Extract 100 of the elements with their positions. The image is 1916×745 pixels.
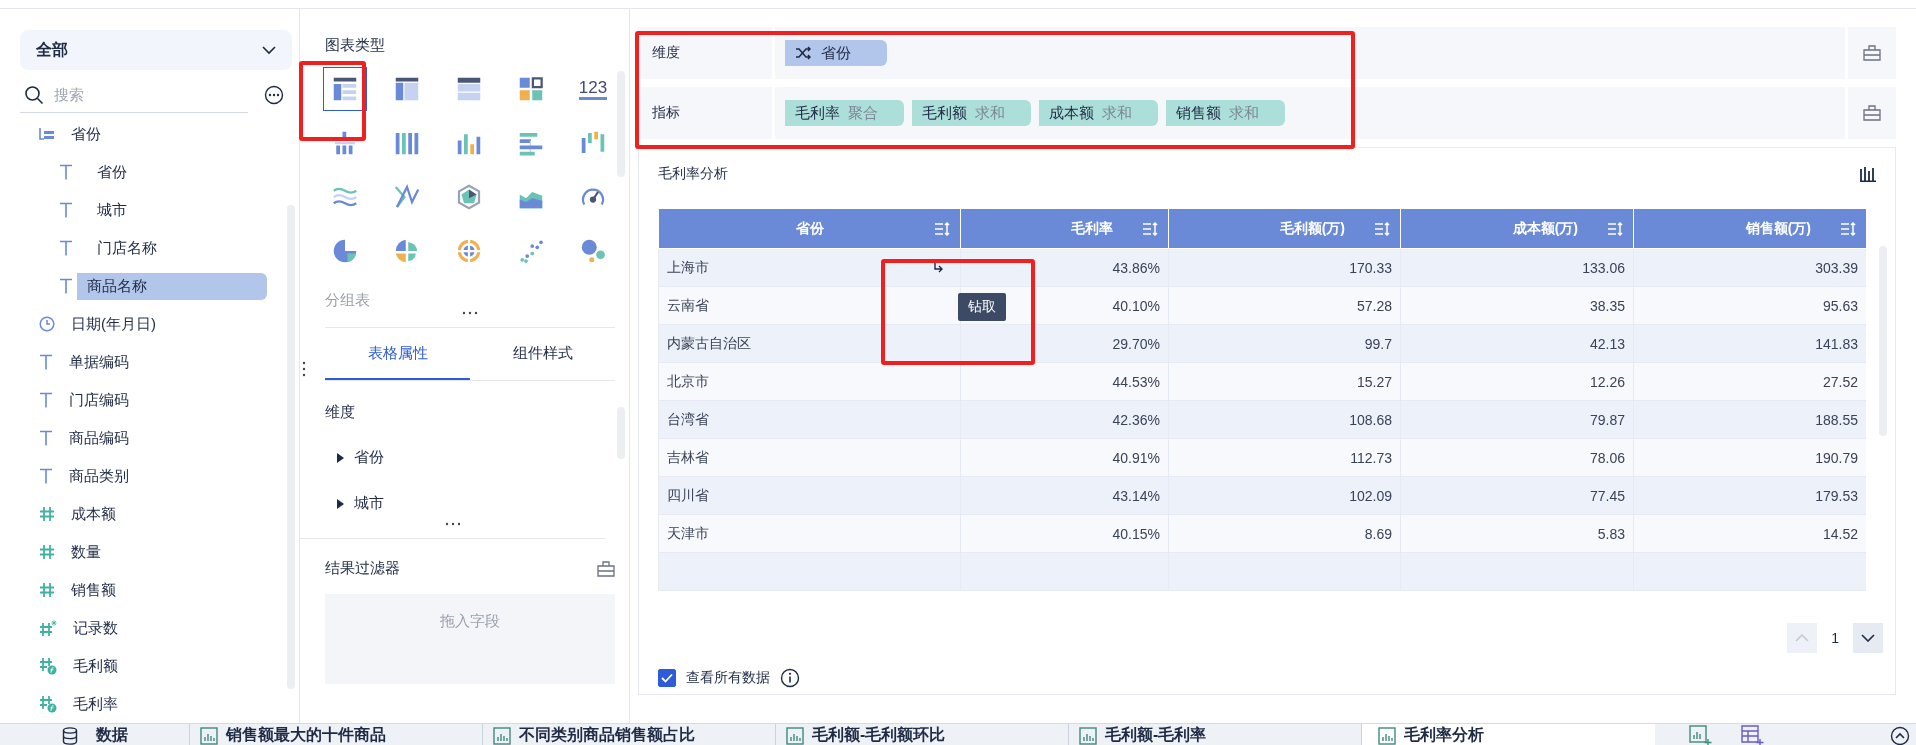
sheet-tab[interactable]: 毛利率分析 [1362, 724, 1655, 745]
shelf-label: 维度 [638, 27, 772, 79]
field-label[interactable]: 省份 [69, 120, 103, 148]
database-icon [61, 726, 78, 745]
table-cell: 台湾省 [667, 410, 709, 427]
sort-icon[interactable] [1607, 222, 1623, 236]
drag-handle-icon[interactable] [302, 361, 306, 377]
measure-pill[interactable]: 毛利率 聚合 [785, 100, 904, 126]
text-type-icon [39, 354, 53, 370]
table-cell: 43.86% [1112, 259, 1160, 276]
field-label[interactable]: 门店名称 [87, 234, 167, 262]
sort-icon[interactable] [934, 222, 950, 236]
table-cell: 吉林省 [667, 448, 709, 465]
text-type-icon [39, 430, 53, 446]
calculated-field-icon [39, 657, 57, 675]
table-cell: 27.52 [1822, 373, 1858, 390]
shelf-label: 指标 [638, 87, 772, 139]
field-label[interactable]: 商品名称 [77, 272, 267, 300]
property-tab[interactable]: 表格属性 [325, 328, 470, 380]
table-cell: 5.83 [1597, 525, 1625, 542]
add-chart-icon[interactable] [1689, 724, 1713, 745]
chart-icon [1079, 726, 1097, 745]
section-title: 图表类型 [325, 36, 386, 55]
field-label[interactable]: 城市 [87, 196, 137, 224]
property-tab[interactable]: 组件样式 [470, 328, 615, 380]
sort-icon[interactable] [1374, 222, 1390, 236]
table-cell: 8.69 [1364, 525, 1392, 542]
number-type-icon [39, 506, 55, 522]
table-cell: 四川省 [667, 486, 709, 503]
field-label[interactable]: 成本额 [69, 500, 118, 528]
field-label[interactable]: 单据编码 [67, 348, 131, 376]
text-type-icon [59, 164, 73, 180]
table-cell: 12.26 [1589, 373, 1625, 390]
field-label[interactable]: 日期(年月日) [69, 310, 158, 338]
table-cell: 上海市 [667, 258, 709, 275]
table-cell: 190.79 [1815, 449, 1858, 466]
chart-type-button[interactable] [323, 67, 367, 111]
checkbox-label[interactable]: 查看所有数据 [686, 669, 770, 687]
field-label[interactable]: 毛利率 [71, 690, 120, 718]
checkbox[interactable] [658, 669, 676, 687]
text-type-icon [39, 392, 53, 408]
table-cell: 99.7 [1364, 335, 1392, 352]
measure-pill[interactable]: 毛利额 求和 [912, 100, 1031, 126]
sort-icon[interactable] [1142, 222, 1158, 236]
table-cell: 141.83 [1815, 335, 1858, 352]
tooltip: 钻取 [958, 293, 1006, 321]
expand-arrow-icon[interactable] [337, 452, 344, 463]
field-filter-dropdown[interactable]: 全部 [20, 30, 292, 70]
table-cell: 44.53% [1112, 373, 1160, 390]
info-icon[interactable] [780, 668, 800, 688]
more-icon[interactable] [264, 85, 284, 105]
drag-handle-icon[interactable] [443, 521, 462, 527]
sunburst-icon [454, 236, 484, 266]
field-label[interactable]: 商品编码 [67, 424, 131, 452]
field-label[interactable]: 毛利额 [71, 652, 120, 680]
add-dashboard-icon[interactable] [1741, 724, 1765, 745]
table-cell: 云南省 [667, 296, 709, 313]
field-label[interactable]: 省份 [87, 158, 137, 186]
field-label[interactable]: 记录数 [71, 614, 120, 642]
chart-type-button[interactable]: 123 [571, 67, 615, 111]
table-cell: 43.14% [1112, 487, 1160, 504]
column-chart-icon[interactable] [1859, 166, 1877, 182]
dimension-pill[interactable]: 省份 [785, 40, 887, 66]
field-label[interactable]: 门店编码 [67, 386, 131, 414]
sheet-tab[interactable]: 不同类别商品销售额占比 [483, 724, 776, 745]
dimension-item[interactable]: 省份 [354, 448, 384, 467]
dimension-item[interactable]: 城市 [354, 494, 384, 513]
table-cell: 57.28 [1356, 297, 1392, 314]
table-cell: 179.53 [1815, 487, 1858, 504]
shuffle-icon [795, 46, 811, 60]
chevron-up-icon [1795, 634, 1810, 642]
field-label[interactable]: 数量 [69, 538, 103, 566]
text-type-icon [59, 202, 73, 218]
table-cell: 40.10% [1112, 297, 1160, 314]
drag-handle-icon[interactable] [461, 310, 479, 316]
text-type-icon [59, 240, 73, 256]
field-label[interactable]: 销售额 [69, 576, 118, 604]
chart-icon [200, 726, 218, 745]
sheet-tab[interactable]: 毛利额-毛利率 [1069, 724, 1362, 745]
table-cell: 95.63 [1822, 297, 1858, 314]
field-label[interactable]: 商品类别 [67, 462, 131, 490]
collapse-icon[interactable] [1890, 725, 1910, 745]
measure-pill[interactable]: 成本额 求和 [1039, 100, 1158, 126]
search-field[interactable]: 搜索 [20, 77, 248, 113]
chart-icon [786, 726, 804, 745]
measure-pill[interactable]: 销售额 求和 [1166, 100, 1285, 126]
chart-icon [493, 726, 511, 745]
sheet-tab[interactable]: 销售额最大的十件商品 [190, 724, 483, 745]
table-cell: 78.06 [1589, 449, 1625, 466]
next-page-button[interactable] [1853, 623, 1883, 653]
table-cell: 170.33 [1349, 259, 1392, 276]
table-cell: 内蒙古自治区 [667, 334, 751, 351]
hierarchy-icon [39, 127, 55, 141]
expand-arrow-icon[interactable] [337, 498, 344, 509]
table-cell: 42.13 [1589, 335, 1625, 352]
table-cell: 40.15% [1112, 525, 1160, 542]
sort-icon[interactable] [1840, 222, 1856, 236]
sheet-tab[interactable]: 毛利额-毛利额环比 [776, 724, 1069, 745]
number-type-icon [39, 544, 55, 560]
data-tab[interactable]: 数据 [0, 724, 190, 745]
